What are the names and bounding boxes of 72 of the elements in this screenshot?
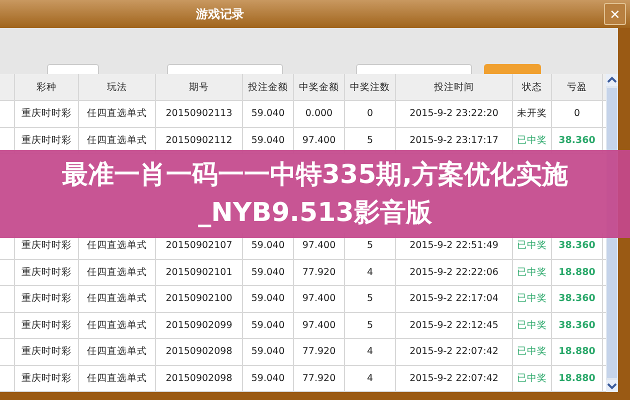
table-cell: 重庆时时彩	[15, 339, 79, 364]
scroll-up-icon[interactable]	[606, 74, 618, 86]
table-cell: 38.360	[552, 286, 603, 312]
date-field[interactable]	[167, 64, 283, 74]
table-cell: 2015-9-2 22:07:42	[396, 366, 513, 391]
column-header: 状态	[513, 74, 552, 100]
table-cell: 5	[345, 286, 396, 312]
table-cell: 0	[552, 101, 603, 126]
table-cell: 重庆时时彩	[15, 312, 79, 338]
table-cell: 77.920	[294, 260, 345, 285]
column-header: 中奖注数	[345, 74, 396, 100]
table-cell: 2015-9-2 22:07:42	[396, 339, 513, 364]
close-button[interactable]: ✕	[604, 3, 626, 25]
table-cell: 2015-9-2 22:12:45	[396, 312, 513, 338]
table-cell: 已中奖	[513, 366, 552, 391]
table-cell: 20150902100	[156, 286, 243, 312]
table-cell: 任四直选单式	[79, 101, 156, 126]
table-cell: 2015-9-2 22:17:04	[396, 286, 513, 312]
table-cell: 59.040	[243, 286, 294, 312]
table-cell: 59.040	[243, 312, 294, 338]
column-header: 彩种	[15, 74, 79, 100]
table-cell: 97.400	[294, 312, 345, 338]
table-cell: 未开奖	[513, 101, 552, 126]
table-cell: 59.040	[243, 260, 294, 285]
table-cell: 4	[345, 260, 396, 285]
table-cell: 2015-9-2 22:22:06	[396, 260, 513, 285]
table-cell: 任四直选单式	[79, 260, 156, 285]
column-header: 玩法	[79, 74, 156, 100]
table-cell: 已中奖	[513, 286, 552, 312]
column-header: 投注时间	[396, 74, 513, 100]
table-cell: 已中奖	[513, 312, 552, 338]
table-cell: 任四直选单式	[79, 286, 156, 312]
table-cell: 重庆时时彩	[15, 366, 79, 391]
table-cell: 0	[345, 101, 396, 126]
column-header: 中奖金额	[294, 74, 345, 100]
table-cell: 18.880	[552, 260, 603, 285]
table-cell: 18.880	[552, 339, 603, 364]
table-cell: 已中奖	[513, 339, 552, 364]
table-cell: 97.400	[294, 286, 345, 312]
table-cell: 2015-9-2 23:22:20	[396, 101, 513, 126]
table-cell: 59.040	[243, 101, 294, 126]
column-header: 期号	[156, 74, 243, 100]
column-header: 亏盈	[552, 74, 603, 100]
table-cell: 任四直选单式	[79, 339, 156, 364]
table-cell: 20150902101	[156, 260, 243, 285]
date-field[interactable]	[356, 64, 472, 74]
table-cell: 20150902098	[156, 339, 243, 364]
table-cell: 77.920	[294, 339, 345, 364]
search-button[interactable]	[484, 64, 541, 74]
table-cell: 4	[345, 339, 396, 364]
table-cell: 已中奖	[513, 260, 552, 285]
table-cell: 18.880	[552, 366, 603, 391]
table-cell: 20150902113	[156, 101, 243, 126]
window-title: 游戏记录	[196, 6, 244, 22]
table-cell: 任四直选单式	[79, 312, 156, 338]
column-header: 投注金额	[243, 74, 294, 100]
banner-text: 最准一肖一码一一中特335期,方案优化实施_NYB9.513影音版	[60, 159, 570, 230]
table-cell: 0.000	[294, 101, 345, 126]
input-field[interactable]	[47, 64, 99, 74]
table-cell: 重庆时时彩	[15, 286, 79, 312]
table-cell: 任四直选单式	[79, 366, 156, 391]
table-cell: 20150902098	[156, 366, 243, 391]
table-cell: 59.040	[243, 339, 294, 364]
table-cell: 5	[345, 312, 396, 338]
table-cell: 4	[345, 366, 396, 391]
table-cell: 77.920	[294, 366, 345, 391]
scroll-down-icon[interactable]	[606, 380, 618, 392]
table-cell: 重庆时时彩	[15, 101, 79, 126]
table-cell: 重庆时时彩	[15, 260, 79, 285]
table-cell: 20150902099	[156, 312, 243, 338]
table-cell: 38.360	[552, 312, 603, 338]
table-cell: 59.040	[243, 366, 294, 391]
